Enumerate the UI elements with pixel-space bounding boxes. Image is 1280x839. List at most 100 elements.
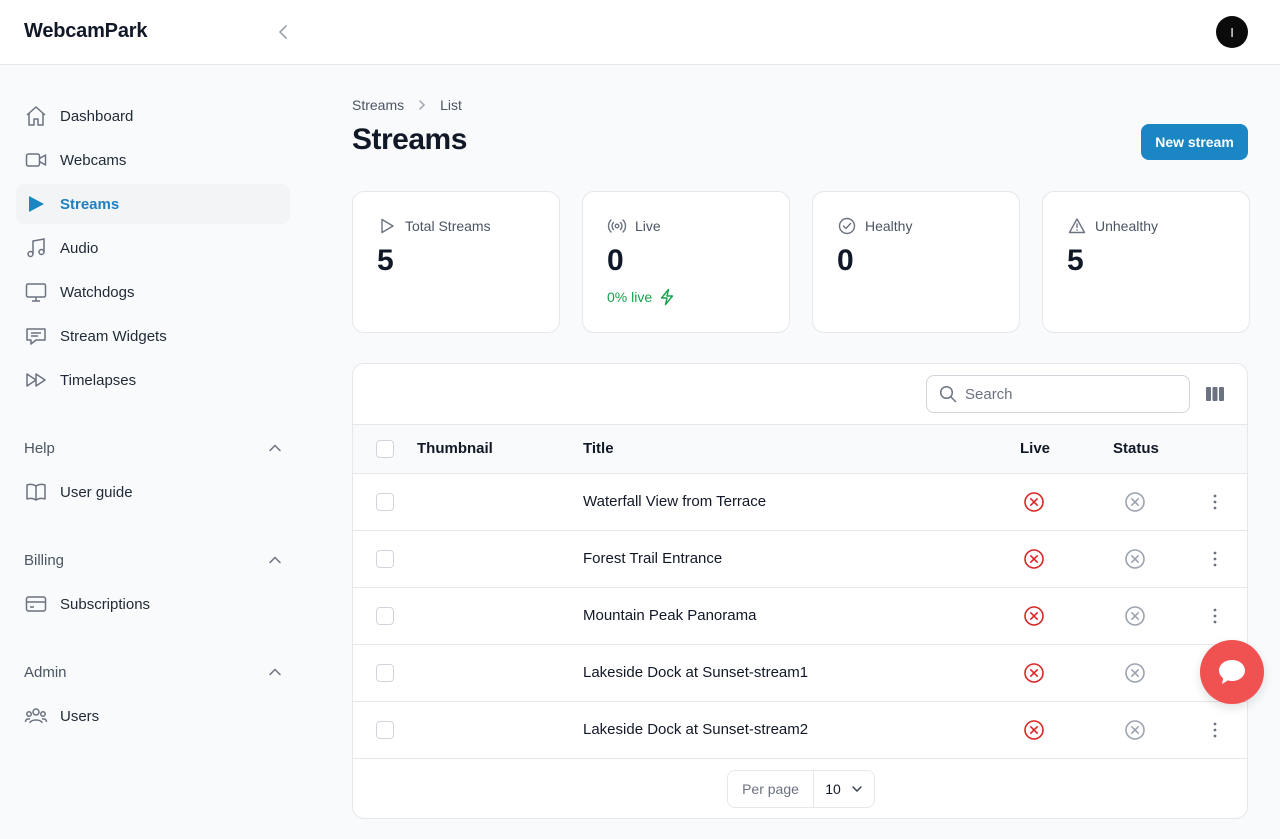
row-title[interactable]: Mountain Peak Panorama xyxy=(583,607,756,624)
sidebar-item-dashboard[interactable]: Dashboard xyxy=(16,96,290,136)
column-toggle-button[interactable] xyxy=(1203,382,1227,406)
status-unhealthy-icon xyxy=(1125,663,1145,683)
chat-bubble-icon xyxy=(24,324,48,348)
row-actions-button[interactable] xyxy=(1205,605,1225,627)
table-row[interactable]: Forest Trail Entrance xyxy=(353,531,1247,588)
broadcast-icon xyxy=(607,216,627,236)
column-header-status[interactable]: Status xyxy=(1113,440,1159,457)
main-content: Streams List Streams New stream Total St… xyxy=(306,65,1280,839)
stat-value: 0 xyxy=(607,244,624,277)
sidebar-item-label: Subscriptions xyxy=(60,595,151,613)
fast-forward-icon xyxy=(24,368,48,392)
sidebar-item-audio[interactable]: Audio xyxy=(16,228,290,268)
user-avatar[interactable]: I xyxy=(1216,16,1248,48)
chevron-left-icon xyxy=(279,25,287,39)
breadcrumb: Streams List xyxy=(352,97,462,113)
sidebar-item-timelapses[interactable]: Timelapses xyxy=(16,360,290,400)
search-box[interactable] xyxy=(926,375,1190,413)
live-off-icon xyxy=(1024,549,1044,569)
row-actions-button[interactable] xyxy=(1205,719,1225,741)
sidebar-group-label: Admin xyxy=(24,663,67,681)
status-unhealthy-icon xyxy=(1125,720,1145,740)
sidebar-item-users[interactable]: Users xyxy=(16,696,290,736)
sidebar-item-webcams[interactable]: Webcams xyxy=(16,140,290,180)
sidebar-item-user-guide[interactable]: User guide xyxy=(16,472,290,512)
row-checkbox[interactable] xyxy=(376,607,394,625)
new-stream-button[interactable]: New stream xyxy=(1141,124,1248,160)
sidebar-group-admin[interactable]: Admin xyxy=(24,660,282,684)
sidebar-item-label: Stream Widgets xyxy=(60,327,167,345)
status-unhealthy-icon xyxy=(1125,606,1145,626)
row-title[interactable]: Waterfall View from Terrace xyxy=(583,493,766,510)
play-icon xyxy=(24,192,48,216)
stat-label: Healthy xyxy=(837,216,912,236)
sidebar-group-billing[interactable]: Billing xyxy=(24,548,282,572)
dots-vertical-icon xyxy=(1213,551,1217,567)
breadcrumb-link-streams[interactable]: Streams xyxy=(352,97,404,113)
search-input[interactable] xyxy=(965,385,1165,403)
table-row[interactable]: Lakeside Dock at Sunset-stream1 xyxy=(353,645,1247,702)
row-title[interactable]: Lakeside Dock at Sunset-stream2 xyxy=(583,721,808,738)
home-icon xyxy=(24,104,48,128)
sidebar-group-label: Help xyxy=(24,439,55,457)
music-note-icon xyxy=(24,236,48,260)
brand-logo[interactable]: WebcamPark xyxy=(24,20,147,43)
chevron-up-icon xyxy=(269,444,281,452)
sidebar-item-label: Timelapses xyxy=(60,371,137,389)
sidebar-item-stream-widgets[interactable]: Stream Widgets xyxy=(16,316,290,356)
per-page-select[interactable]: 10 xyxy=(814,771,874,807)
sidebar-group-help[interactable]: Help xyxy=(24,436,282,460)
table-row[interactable]: Mountain Peak Panorama xyxy=(353,588,1247,645)
sidebar-item-label: Webcams xyxy=(60,151,127,169)
sidebar-item-watchdogs[interactable]: Watchdogs xyxy=(16,272,290,312)
sidebar: Dashboard Webcams Streams Audio Watchdog… xyxy=(0,65,306,839)
sidebar-item-label: Streams xyxy=(60,195,120,213)
collapse-sidebar-button[interactable] xyxy=(272,20,296,44)
row-title[interactable]: Lakeside Dock at Sunset-stream1 xyxy=(583,664,808,681)
sidebar-group-label: Billing xyxy=(24,551,65,569)
live-off-icon xyxy=(1024,606,1044,626)
select-all-checkbox[interactable] xyxy=(376,440,394,458)
support-chat-button[interactable] xyxy=(1200,640,1264,704)
dots-vertical-icon xyxy=(1213,494,1217,510)
top-bar: WebcamPark I xyxy=(0,0,1280,65)
column-header-live[interactable]: Live xyxy=(1020,440,1050,457)
check-circle-icon xyxy=(837,216,857,236)
stat-label-text: Live xyxy=(635,218,661,234)
table-header: Thumbnail Title Live Status xyxy=(353,424,1247,474)
row-checkbox[interactable] xyxy=(376,664,394,682)
per-page-value: 10 xyxy=(825,781,841,797)
row-checkbox[interactable] xyxy=(376,493,394,511)
chevron-up-icon xyxy=(269,668,281,676)
stat-label: Total Streams xyxy=(377,216,491,236)
video-camera-icon xyxy=(24,148,48,172)
sidebar-item-label: Dashboard xyxy=(60,107,134,125)
row-checkbox[interactable] xyxy=(376,550,394,568)
search-icon xyxy=(939,385,957,403)
live-off-icon xyxy=(1024,720,1044,740)
column-header-thumbnail[interactable]: Thumbnail xyxy=(417,440,493,457)
sidebar-item-label: Watchdogs xyxy=(60,283,135,301)
stat-label-text: Unhealthy xyxy=(1095,218,1159,234)
sidebar-item-streams[interactable]: Streams xyxy=(16,184,290,224)
table-row[interactable]: Lakeside Dock at Sunset-stream2 xyxy=(353,702,1247,759)
credit-card-icon xyxy=(24,592,48,616)
sidebar-item-subscriptions[interactable]: Subscriptions xyxy=(16,584,290,624)
sidebar-item-label: Audio xyxy=(60,239,99,257)
warning-triangle-icon xyxy=(1067,216,1087,236)
table-row[interactable]: Waterfall View from Terrace xyxy=(353,474,1247,531)
status-unhealthy-icon xyxy=(1125,549,1145,569)
column-header-title[interactable]: Title xyxy=(583,440,614,457)
stat-card-unhealthy: Unhealthy 5 xyxy=(1042,191,1250,333)
row-title[interactable]: Forest Trail Entrance xyxy=(583,550,722,567)
row-checkbox[interactable] xyxy=(376,721,394,739)
users-icon xyxy=(24,704,48,728)
stat-card-live: Live 0 0% live xyxy=(582,191,790,333)
stat-label: Live xyxy=(607,216,661,236)
row-actions-button[interactable] xyxy=(1205,548,1225,570)
row-actions-button[interactable] xyxy=(1205,491,1225,513)
stat-value: 5 xyxy=(377,244,394,277)
stat-value: 0 xyxy=(837,244,854,277)
stat-live-percent: 0% live xyxy=(607,288,676,306)
columns-icon xyxy=(1206,387,1224,401)
